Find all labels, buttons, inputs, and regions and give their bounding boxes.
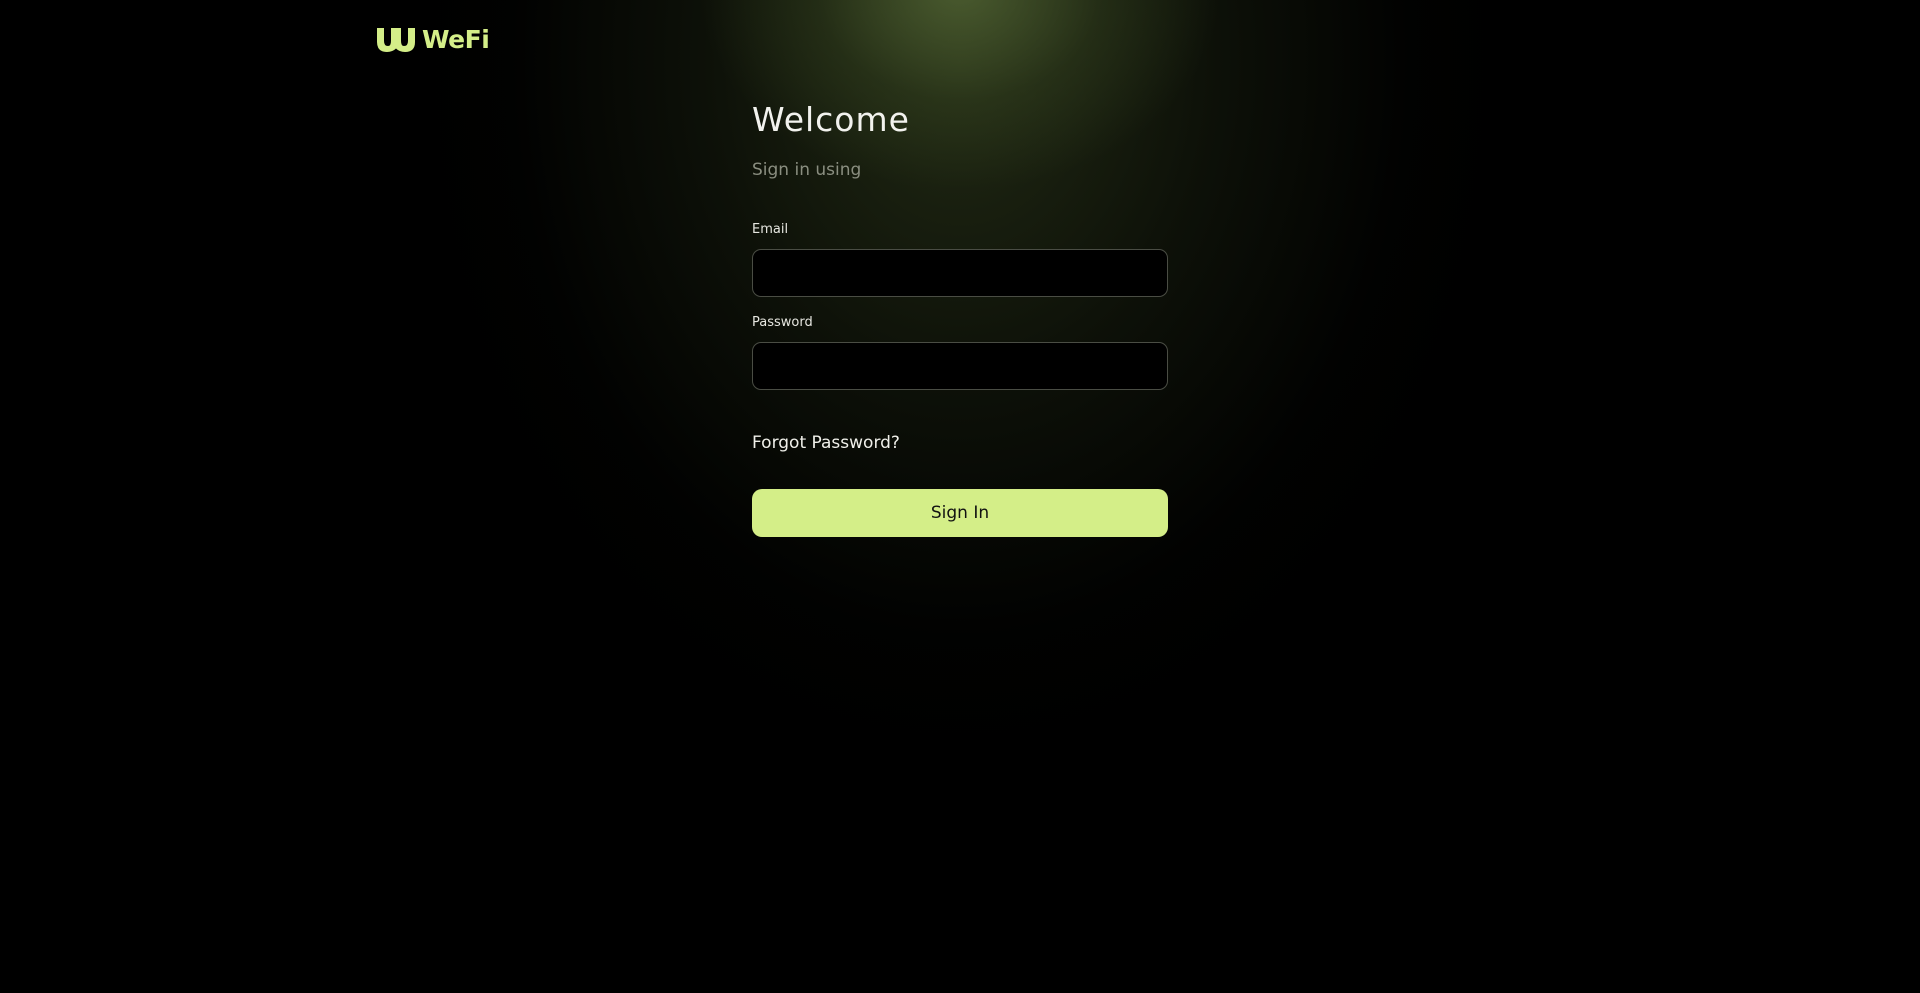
login-page: WeFi Welcome Sign in using Email Passwor… xyxy=(0,0,1920,993)
sign-in-form: Welcome Sign in using Email Password For… xyxy=(752,95,1168,537)
wefi-logo-icon xyxy=(377,28,415,52)
password-label: Password xyxy=(752,315,813,330)
brand-logo[interactable]: WeFi xyxy=(376,25,490,54)
password-input[interactable] xyxy=(752,342,1168,390)
page-subtitle: Sign in using xyxy=(752,160,862,180)
sign-in-button[interactable]: Sign In xyxy=(752,489,1168,537)
brand-name: WeFi xyxy=(422,25,490,54)
page-title: Welcome xyxy=(752,100,910,139)
forgot-password-link[interactable]: Forgot Password? xyxy=(752,431,900,455)
email-input[interactable] xyxy=(752,249,1168,297)
email-label: Email xyxy=(752,222,789,237)
